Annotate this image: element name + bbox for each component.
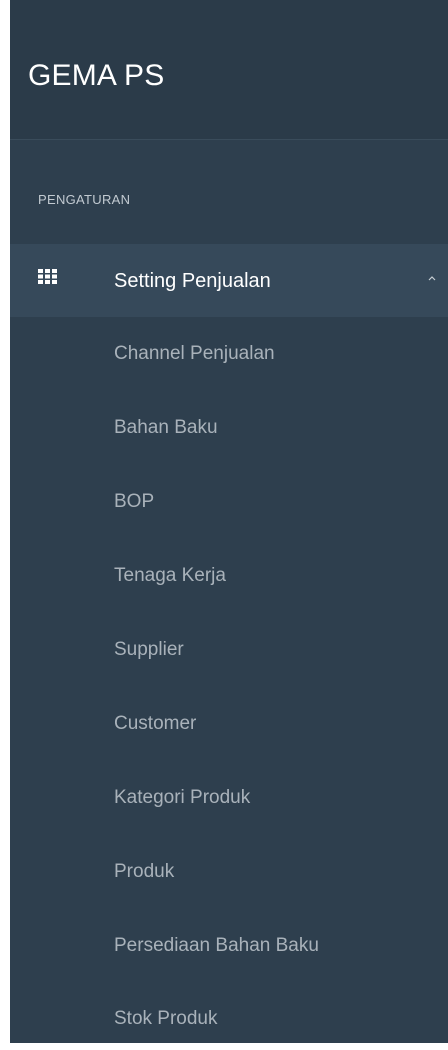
submenu-item-supplier[interactable]: Supplier [114, 638, 184, 662]
submenu-item-customer[interactable]: Customer [114, 712, 196, 736]
submenu-item-bop[interactable]: BOP [114, 490, 154, 514]
submenu-item-tenaga-kerja[interactable]: Tenaga Kerja [114, 564, 226, 588]
menu-item-setting-penjualan[interactable]: Setting Penjualan [10, 244, 448, 317]
sidebar: GEMA PS PENGATURAN Setting Penjualan Cha… [10, 0, 448, 1043]
submenu-item-persediaan-bahan-baku[interactable]: Persediaan Bahan Baku [114, 934, 319, 958]
chevron-up-icon [428, 276, 436, 281]
submenu-item-bahan-baku[interactable]: Bahan Baku [114, 416, 218, 440]
menu-item-label: Setting Penjualan [114, 270, 271, 292]
brand-title[interactable]: GEMA PS [28, 58, 164, 94]
submenu-item-channel-penjualan[interactable]: Channel Penjualan [114, 342, 275, 366]
submenu-item-produk[interactable]: Produk [114, 860, 174, 884]
submenu-item-kategori-produk[interactable]: Kategori Produk [114, 786, 250, 810]
submenu-item-stok-produk[interactable]: Stok Produk [114, 1007, 218, 1031]
brand-header: GEMA PS [10, 0, 448, 140]
grid-icon [38, 269, 57, 284]
section-heading: PENGATURAN [38, 192, 131, 207]
